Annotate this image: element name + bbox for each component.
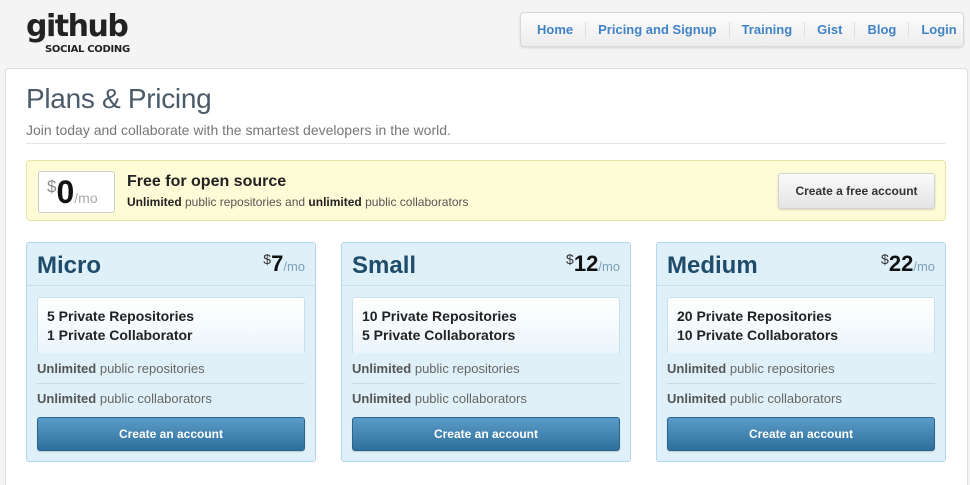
plan-price-currency: $ — [881, 251, 889, 267]
plan-price-period: /mo — [598, 259, 620, 274]
plan-row1-text: public repositories — [726, 361, 835, 376]
plan-row-divider — [667, 383, 935, 384]
divider — [26, 143, 946, 144]
plan-public-repos: Unlimited public repositories — [352, 361, 620, 376]
free-plan-description: Unlimited public repositories and unlimi… — [127, 195, 469, 209]
nav-login[interactable]: Login — [908, 21, 968, 38]
plan-public-repos: Unlimited public repositories — [667, 361, 935, 376]
plan-price-amount: 22 — [888, 251, 914, 276]
free-price-period: /mo — [74, 190, 98, 206]
plan-row2-text: public collaborators — [96, 391, 212, 406]
plan-features: 20 Private Repositories 10 Private Colla… — [667, 297, 935, 353]
plan-price: $ 7 /mo — [263, 251, 305, 277]
plan-price-period: /mo — [913, 259, 935, 274]
logo-word: github — [26, 9, 129, 44]
plan-price-amount: 12 — [573, 251, 599, 276]
free-desc-text-2: public collaborators — [361, 195, 469, 209]
plan-feature-collaborators: 5 Private Collaborators — [362, 327, 516, 343]
plan-price: $ 12 /mo — [566, 251, 620, 277]
plan-feature-collaborators: 1 Private Collaborator — [47, 327, 193, 343]
plan-feature-repos: 5 Private Repositories — [47, 308, 195, 324]
plan-price-amount: 7 — [271, 251, 284, 276]
plan-feature-repos: 10 Private Repositories — [362, 308, 517, 324]
plan-row2-text: public collaborators — [726, 391, 842, 406]
plan-row1-bold: Unlimited — [667, 361, 727, 376]
plan-price: $ 22 /mo — [881, 251, 935, 277]
top-nav: Home Pricing and Signup Training Gist Bl… — [520, 12, 964, 47]
page-title: Plans & Pricing — [26, 83, 212, 114]
plan-card-micro: Micro $ 7 /mo 5 Private Repositories 1 P… — [26, 242, 316, 462]
plan-card-small: Small $ 12 /mo 10 Private Repositories 5… — [341, 242, 631, 462]
plan-name: Medium — [667, 252, 758, 279]
plan-features: 10 Private Repositories 5 Private Collab… — [352, 297, 620, 353]
free-price: $ 0 /mo — [47, 175, 98, 209]
plan-public-collaborators: Unlimited public collaborators — [352, 391, 620, 406]
plan-header-divider — [27, 285, 315, 286]
plan-row1-text: public repositories — [411, 361, 520, 376]
plan-feature-collaborators: 10 Private Collaborators — [677, 327, 839, 343]
plan-row1-bold: Unlimited — [37, 361, 97, 376]
plan-price-period: /mo — [283, 259, 305, 274]
github-logo[interactable]: github SOCIAL CODING — [26, 12, 136, 60]
free-price-amount: 0 — [56, 174, 75, 210]
plan-name: Micro — [37, 252, 102, 279]
free-desc-bold-1: Unlimited — [127, 195, 182, 209]
plan-feature-repos: 20 Private Repositories — [677, 308, 832, 324]
create-account-button-micro[interactable]: Create an account — [37, 417, 305, 451]
page-subtitle: Join today and collaborate with the smar… — [26, 122, 451, 138]
plan-price-currency: $ — [263, 251, 272, 267]
plan-row2-bold: Unlimited — [667, 391, 727, 406]
plan-row2-bold: Unlimited — [37, 391, 97, 406]
create-account-button-medium[interactable]: Create an account — [667, 417, 935, 451]
plan-row2-text: public collaborators — [411, 391, 527, 406]
plan-row2-bold: Unlimited — [352, 391, 412, 406]
plan-features: 5 Private Repositories 1 Private Collabo… — [37, 297, 305, 353]
nav-home[interactable]: Home — [525, 22, 585, 38]
plan-public-collaborators: Unlimited public collaborators — [667, 391, 935, 406]
free-plan: $ 0 /mo Free for open source Unlimited p… — [26, 160, 946, 221]
plan-public-collaborators: Unlimited public collaborators — [37, 391, 305, 406]
nav-pricing-and-signup[interactable]: Pricing and Signup — [585, 21, 728, 38]
free-price-box: $ 0 /mo — [38, 171, 115, 213]
nav-blog[interactable]: Blog — [854, 21, 908, 38]
plan-public-repos: Unlimited public repositories — [37, 361, 305, 376]
plan-price-currency: $ — [566, 251, 574, 267]
plan-row-divider — [352, 383, 620, 384]
free-desc-text-1: public repositories and — [181, 195, 309, 209]
create-account-button-small[interactable]: Create an account — [352, 417, 620, 451]
plan-card-medium: Medium $ 22 /mo 20 Private Repositories … — [656, 242, 946, 462]
logo-tagline: SOCIAL CODING — [45, 44, 130, 55]
free-plan-title: Free for open source — [127, 173, 287, 190]
free-price-currency: $ — [47, 177, 57, 196]
nav-training[interactable]: Training — [728, 21, 805, 38]
plan-row1-bold: Unlimited — [352, 361, 412, 376]
plan-row-divider — [37, 383, 305, 384]
plan-header-divider — [657, 285, 945, 286]
header: github SOCIAL CODING Home Pricing and Si… — [0, 0, 970, 70]
plan-header-divider — [342, 285, 630, 286]
plan-name: Small — [352, 252, 417, 279]
nav-gist[interactable]: Gist — [804, 21, 854, 38]
plan-row1-text: public repositories — [96, 361, 205, 376]
main-content: Plans & Pricing Join today and collabora… — [5, 68, 968, 485]
free-desc-bold-2: unlimited — [308, 195, 362, 209]
create-free-account-button[interactable]: Create a free account — [778, 173, 935, 209]
